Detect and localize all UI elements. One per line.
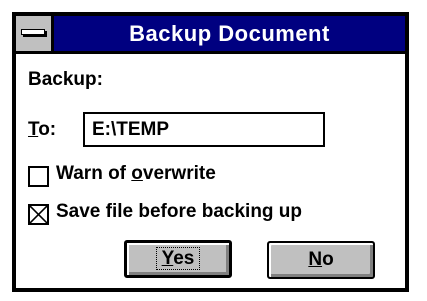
backup-label: Backup: [28,69,103,90]
yes-button-focus: Yes [155,247,201,270]
title-bar[interactable]: Backup Document [16,16,405,54]
dialog-title: Backup Document [129,21,330,46]
save-before-backup-checkbox[interactable] [28,204,49,225]
warn-label-prefix: Warn of [56,163,132,184]
yes-button-label: es [173,248,195,269]
no-button-label: o [322,249,334,270]
system-menu-button[interactable] [16,16,54,51]
to-label-accelerator: T [28,119,39,140]
to-path-input[interactable]: E:\TEMP [83,112,325,147]
yes-button-accelerator: Y [161,248,174,269]
yes-button[interactable]: Yes [124,240,232,278]
no-button-accelerator: N [308,249,323,270]
save-before-backup-label[interactable]: Save file before backing up [56,201,302,223]
warn-overwrite-label[interactable]: Warn of overwrite [56,163,216,185]
to-label: To: [28,119,56,141]
warn-label-suffix: verwrite [142,163,216,184]
minus-bar-icon [21,29,45,35]
warn-label-accelerator: o [131,163,143,184]
checkmark-x-icon [30,206,47,223]
warn-overwrite-checkbox[interactable] [28,166,49,187]
no-button[interactable]: No [267,241,375,279]
backup-document-dialog: Backup Document Backup: To: E:\TEMP Warn… [12,12,409,292]
to-label-text: o: [38,119,57,140]
